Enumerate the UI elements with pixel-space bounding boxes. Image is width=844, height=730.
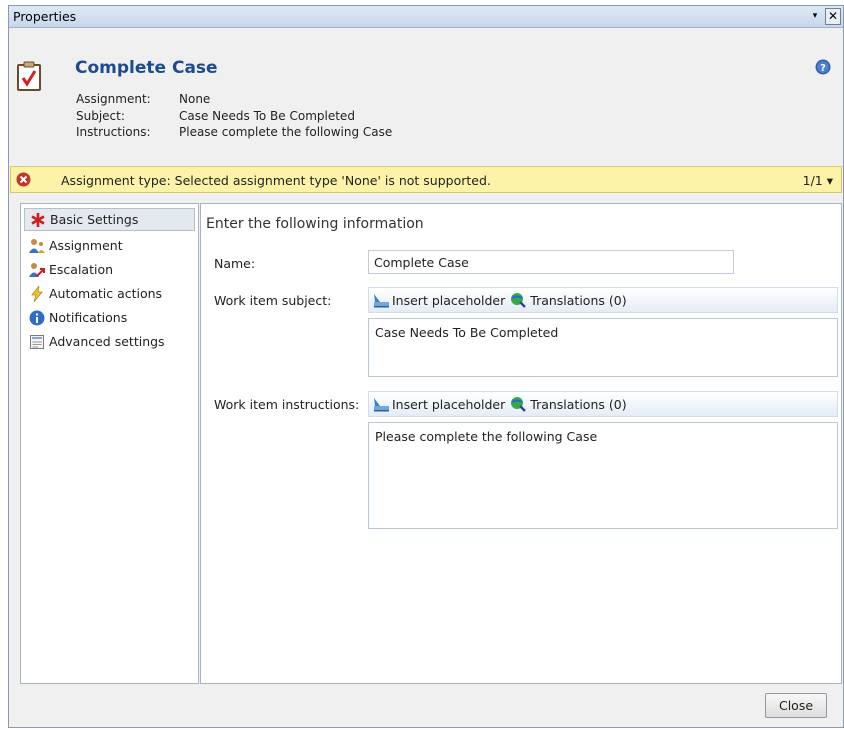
help-icon[interactable]: ?	[815, 59, 831, 75]
insert-placeholder-label: Insert placeholder	[392, 292, 506, 308]
error-message: Assignment type: Selected assignment typ…	[61, 173, 491, 188]
translations-label: Translations (0)	[530, 292, 627, 308]
nav-item-automatic-actions[interactable]: Automatic actions	[24, 282, 195, 305]
close-button[interactable]: Close	[765, 693, 827, 718]
insert-placeholder-label: Insert placeholder	[392, 396, 506, 412]
work-item-instructions-label: Work item instructions:	[214, 397, 360, 412]
nav-item-escalation[interactable]: Escalation	[24, 258, 195, 281]
subject-translations-button[interactable]: Translations (0)	[510, 292, 627, 308]
name-input[interactable]	[368, 250, 734, 274]
section-title: Enter the following information	[206, 216, 424, 232]
insert-placeholder-icon	[374, 294, 389, 308]
nav-label: Automatic actions	[49, 286, 163, 301]
settings-form-icon	[30, 334, 44, 349]
title-bar: Properties ▾ ✕	[9, 6, 843, 28]
assignment-value: None	[179, 92, 211, 106]
subject-label: Subject:	[76, 108, 125, 123]
nav-item-assignment[interactable]: Assignment	[24, 234, 195, 257]
insert-placeholder-icon	[374, 398, 389, 412]
properties-window: Properties ▾ ✕ Complete Case Assignment:…	[8, 5, 844, 728]
work-item-subject-label: Work item subject:	[214, 293, 332, 308]
nav-label: Basic Settings	[50, 212, 139, 227]
lightning-icon	[31, 285, 43, 302]
dropdown-icon[interactable]: ▾	[807, 8, 823, 25]
error-counter-dropdown[interactable]: 1/1 ▾	[803, 173, 833, 188]
instructions-label: Instructions:	[76, 125, 151, 139]
user-escalate-icon	[29, 262, 45, 277]
window-title: Properties	[13, 9, 77, 24]
nav-item-advanced-settings[interactable]: Advanced settings	[24, 330, 195, 353]
nav-item-basic-settings[interactable]: Basic Settings	[24, 208, 195, 231]
subject-toolbar: Insert placeholder Translations (0)	[368, 287, 838, 313]
globe-search-icon	[511, 293, 527, 308]
nav-item-notifications[interactable]: Notifications	[24, 306, 195, 329]
work-item-subject-textarea[interactable]: Case Needs To Be Completed	[368, 318, 838, 377]
clipboard-check-icon	[17, 61, 41, 91]
header-panel: Complete Case Assignment: None Subject: Ca…	[9, 29, 843, 154]
error-icon	[16, 172, 31, 187]
close-icon[interactable]: ✕	[825, 8, 841, 25]
globe-search-icon	[511, 397, 527, 412]
info-icon	[29, 310, 45, 325]
nav-label: Assignment	[49, 238, 123, 253]
translations-label: Translations (0)	[530, 396, 627, 412]
settings-nav: Basic Settings Assignment Escalation Aut…	[20, 203, 199, 684]
name-label: Name:	[214, 256, 256, 271]
basic-settings-panel: Enter the following information Name: Wo…	[200, 203, 842, 684]
error-bar: Assignment type: Selected assignment typ…	[10, 166, 842, 193]
page-title: Complete Case	[75, 58, 218, 78]
instructions-toolbar: Insert placeholder Translations (0)	[368, 391, 838, 417]
instructions-value: Please complete the following Case	[179, 125, 393, 139]
red-asterisk-icon	[31, 212, 45, 227]
nav-label: Notifications	[49, 310, 128, 325]
subject-insert-placeholder-button[interactable]: Insert placeholder	[372, 292, 505, 308]
instructions-insert-placeholder-button[interactable]: Insert placeholder	[372, 396, 505, 412]
nav-label: Escalation	[49, 262, 114, 277]
svg-text:?: ?	[820, 63, 826, 74]
nav-label: Advanced settings	[49, 334, 165, 349]
work-item-instructions-textarea[interactable]: Please complete the following Case	[368, 422, 838, 529]
summary-block: Assignment: None Subject: Case Needs To Be…	[76, 91, 392, 141]
subject-value: Case Needs To Be Completed	[179, 108, 355, 123]
instructions-translations-button[interactable]: Translations (0)	[510, 396, 627, 412]
users-icon	[29, 238, 45, 253]
assignment-label: Assignment:	[76, 92, 151, 106]
